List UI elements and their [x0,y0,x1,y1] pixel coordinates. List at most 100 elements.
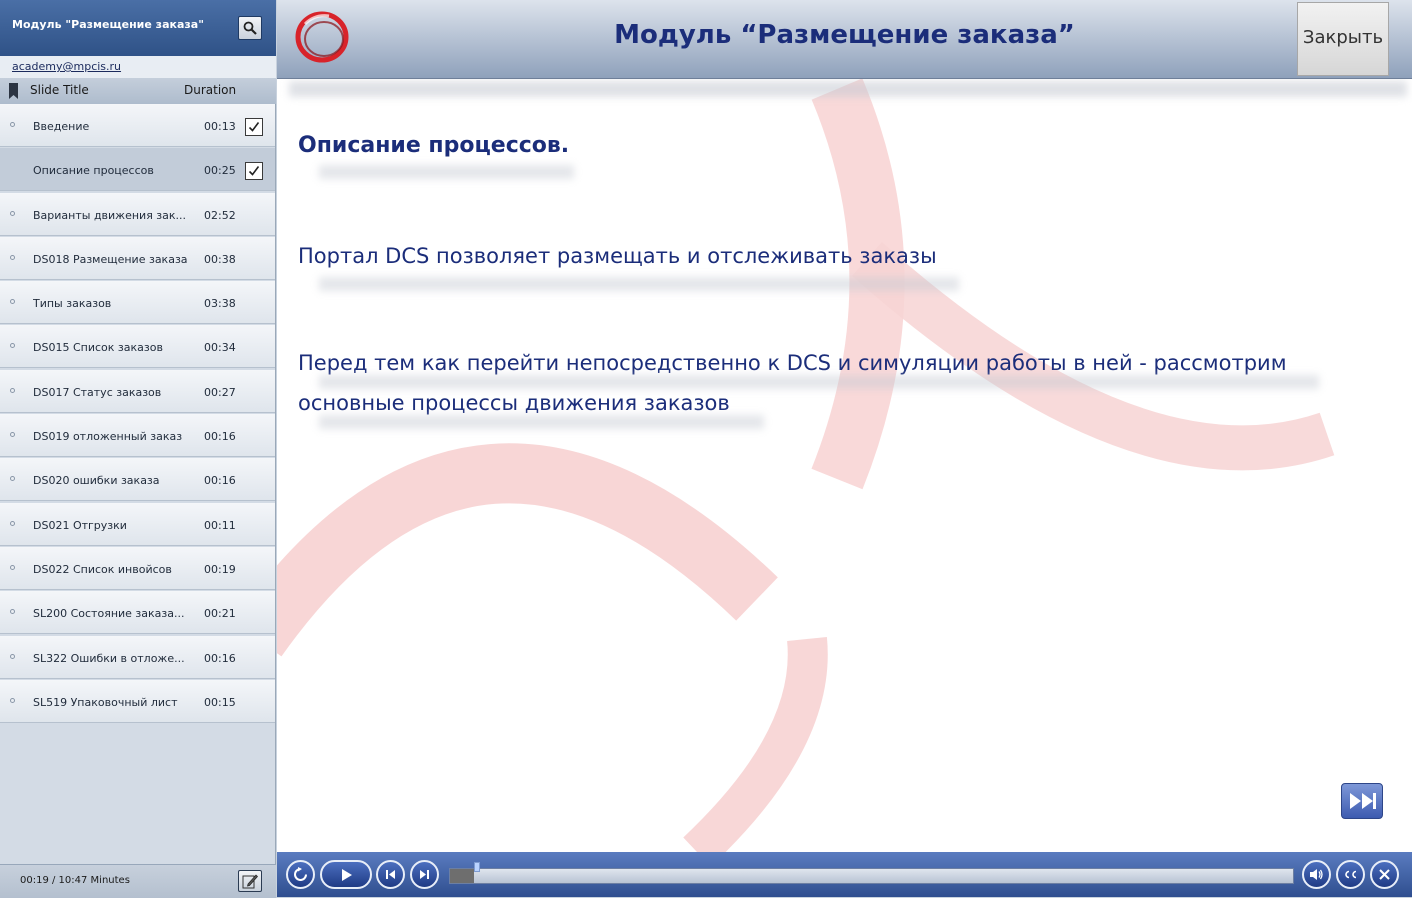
slide-content: Описание процессов. Портал DCS позволяет… [277,79,1412,852]
slide-list-duration: 00:21 [204,607,236,621]
slide-viewed-checkbox [245,162,263,181]
slide-text-1: Портал DCS позволяет размещать и отслежи… [298,244,937,268]
slide-list-item[interactable]: DS015 Список заказов 00:34 [0,325,275,369]
slide-list-title: Варианты движения зак... [33,208,187,222]
slide-list-title: DS018 Размещение заказа [33,252,188,266]
search-icon [243,21,257,35]
slide-heading: Описание процессов. [298,133,570,158]
slide-list-item[interactable]: DS017 Статус заказов 00:27 [0,369,275,413]
replay-button[interactable] [286,860,315,889]
slide-list-item[interactable]: SL200 Состояние заказа... 00:21 [0,591,275,635]
check-icon [248,122,260,132]
slide-status-dot [10,210,15,216]
slide-list-title: Типы заказов [33,297,112,311]
slide-list-item[interactable]: DS018 Размещение заказа 00:38 [0,236,275,280]
slide-list-duration: 00:25 [204,164,236,178]
slide-list-item[interactable]: Введение 00:13 [0,104,275,147]
slide-status-dot [10,299,15,305]
slide-list-title: DS017 Статус заказов [33,385,162,399]
text-shadow [319,375,1319,389]
column-slide-title: Slide Title [30,83,89,97]
slide-list-item[interactable]: DS022 Список инвойсов 00:19 [0,546,275,590]
elapsed-time: 00:19 / 10:47 Minutes [20,875,130,886]
pencil-icon [242,874,258,889]
slide-list-duration: 00:13 [204,120,236,133]
slide-list-duration: 00:15 [204,695,236,709]
text-shadow [319,277,959,291]
slide-list-duration: 00:34 [204,341,236,355]
slide-list-title: DS020 ошибки заказа [33,474,160,488]
slide-list-duration: 00:16 [204,651,236,665]
sidebar-header: Модуль "Размещение заказа" [0,0,276,56]
slide-status-dot [10,609,15,615]
slide-list-title: DS019 отложенный заказ [33,430,183,444]
slide-list-title: SL519 Упаковочный лист [33,695,178,709]
slide-status-dot [10,476,15,482]
bookmark-icon[interactable] [9,83,18,99]
slide-list-title: DS021 Отгрузки [33,518,127,532]
slide-list-item[interactable]: DS020 ошибки заказа 00:16 [0,458,275,502]
header-shadow [289,81,1407,97]
slide-status-dot [10,432,15,438]
sidebar-footer: 00:19 / 10:47 Minutes [0,864,276,898]
player-bar [277,852,1412,897]
sidebar: Модуль "Размещение заказа" academy@mpcis… [0,0,276,898]
slide-list-item[interactable]: Типы заказов 03:38 [0,281,275,325]
slide-list-duration: 00:38 [204,252,236,266]
slide-list: Введение 00:13 Описание процессов 00:25 Вари… [0,104,276,724]
email-link[interactable]: academy@mpcis.ru [12,60,121,73]
slide-status-dot [10,564,15,570]
slide-list-item[interactable]: SL322 Ошибки в отложе... 00:16 [0,635,275,679]
progress-bar[interactable] [449,862,1294,884]
slide-status-dot [10,653,15,659]
slide-list-duration: 03:38 [204,297,236,311]
slide-status-dot [10,343,15,349]
search-button[interactable] [238,16,262,40]
progress-handle[interactable] [474,862,480,872]
slide-list-title: SL322 Ошибки в отложе... [33,651,185,665]
slide-list-item[interactable]: SL519 Упаковочный лист 00:15 [0,679,275,723]
slide-list-header: Slide Title Duration [0,78,276,105]
next-slide-button[interactable] [1341,783,1383,819]
exit-button[interactable] [1370,860,1399,889]
slide-list-duration: 00:11 [204,518,236,532]
play-button[interactable] [320,860,372,889]
module-title: Модуль “Размещение заказа” [614,20,1075,50]
next-button[interactable] [410,860,439,889]
check-icon [248,166,260,177]
slide-list-item[interactable]: DS019 отложенный заказ 00:16 [0,414,275,458]
next-icon [420,870,429,879]
volume-button[interactable] [1302,860,1331,889]
slide-list-item[interactable]: Варианты движения зак... 02:52 [0,192,275,236]
slide-list-title: SL200 Состояние заказа... [33,607,185,621]
slide-header: Модуль “Размещение заказа” Закрыть [277,0,1412,79]
slide-status-dot [10,254,15,260]
previous-icon [386,870,395,879]
cc-icon [1345,870,1357,879]
close-button[interactable]: Закрыть [1297,2,1389,76]
volume-icon [1310,869,1323,880]
email-row: academy@mpcis.ru [0,56,276,79]
slide-list-item[interactable]: DS021 Отгрузки 00:11 [0,502,275,546]
notes-button[interactable] [238,870,262,892]
fast-forward-icon [1350,793,1376,809]
slide-list-title: Введение [33,120,90,133]
slide-list-title: DS015 Список заказов [33,341,163,355]
close-icon [1379,869,1390,880]
slide-list-title: DS022 Список инвойсов [33,562,172,576]
progress-fill [450,869,474,883]
slide-status-dot [10,122,15,127]
slide-list-title: Описание процессов [33,164,154,178]
slide-list-duration: 00:16 [204,430,236,444]
slide-status-dot [10,387,15,393]
slide-list-duration: 00:19 [204,562,236,576]
play-icon [342,869,352,881]
slide-list-item[interactable]: Описание процессов 00:25 [0,148,275,192]
replay-icon [294,867,307,881]
slide-list-duration: 00:16 [204,474,236,488]
slide-status-dot [10,697,15,703]
previous-button[interactable] [376,860,405,889]
column-duration: Duration [184,83,237,97]
captions-button[interactable] [1336,860,1365,889]
slide-viewed-checkbox [245,118,263,136]
